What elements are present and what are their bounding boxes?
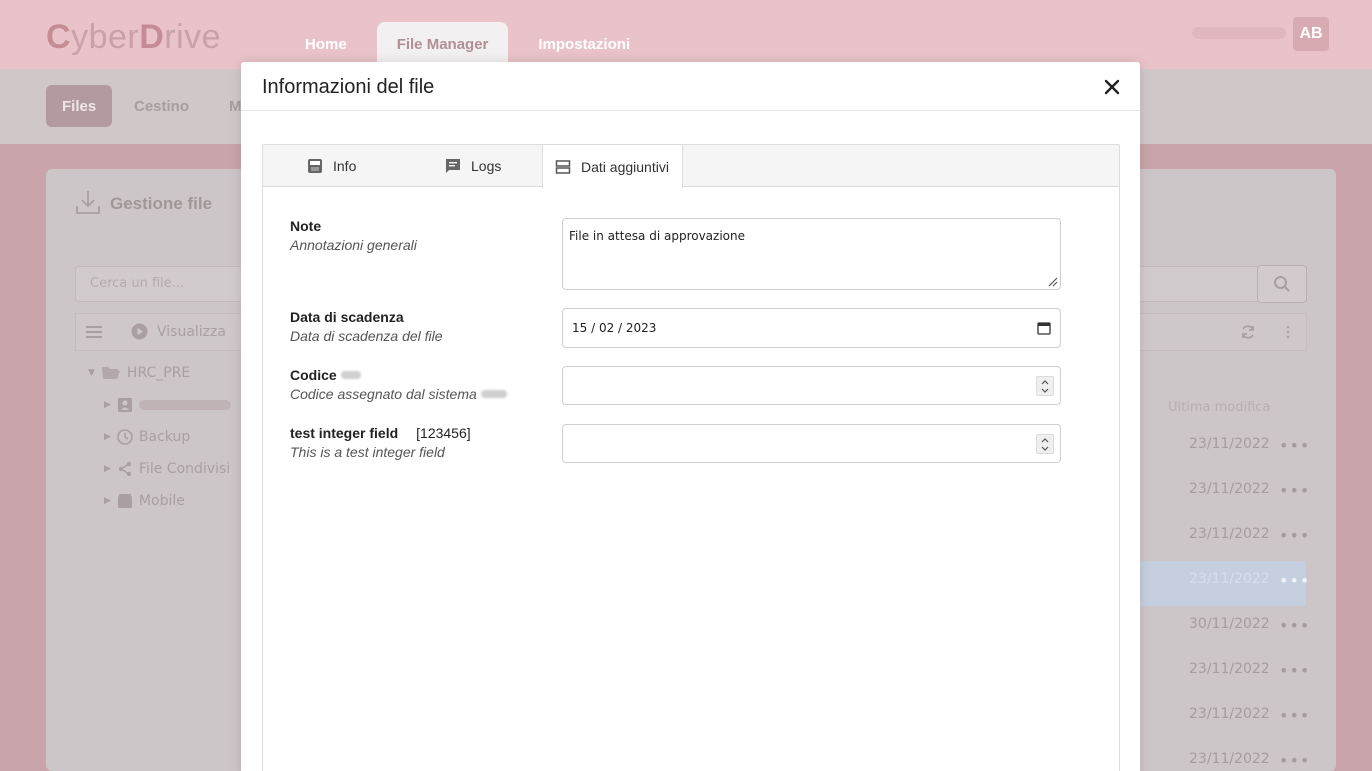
close-icon[interactable] <box>1101 76 1123 98</box>
search-button[interactable] <box>1257 265 1307 303</box>
main-nav: Home File Manager Impostazioni <box>290 22 645 62</box>
card-title: Gestione file <box>110 194 213 213</box>
note-description: Annotazioni generali <box>290 237 417 253</box>
note-textarea[interactable]: File in attesa di approvazione <box>562 218 1061 290</box>
tab-info[interactable]: Info <box>307 145 356 187</box>
code-description: Codice assegnato dal sistema <box>290 386 507 402</box>
row-date: 23/11/2022 <box>1189 751 1270 767</box>
caret-right-icon: ▶ <box>104 496 111 506</box>
tab-logs-label: Logs <box>471 158 502 174</box>
play-icon[interactable] <box>131 323 148 340</box>
download-icon <box>76 191 100 214</box>
column-header-modified[interactable]: Ultima modifica <box>1168 400 1270 415</box>
tabs-container: Info Logs Dati aggiuntivi Note Annotazio… <box>262 144 1120 771</box>
code-label: Codice <box>290 367 361 383</box>
expiry-label: Data di scadenza <box>290 309 404 325</box>
contact-icon <box>117 398 132 412</box>
note-value: File in attesa di approvazione <box>569 229 745 243</box>
modal-header: Informazioni del file <box>241 62 1140 111</box>
redacted-user-folder <box>138 400 231 410</box>
nav-home[interactable]: Home <box>290 22 362 62</box>
tree-item-mobile[interactable]: ▶ Mobile <box>104 493 185 509</box>
code-number-input[interactable] <box>562 366 1061 405</box>
number-spinner[interactable] <box>1036 434 1054 454</box>
tab-dati-aggiuntivi[interactable]: Dati aggiuntivi <box>542 145 683 188</box>
code-label-text: Codice <box>290 367 337 383</box>
save-icon <box>308 159 322 173</box>
row-more-icon[interactable]: ••• <box>1279 571 1310 590</box>
expiry-value: 15 / 02 / 2023 <box>572 321 657 335</box>
row-date: 23/11/2022 <box>1189 481 1270 497</box>
row-date: 23/11/2022 <box>1189 661 1270 677</box>
nav-impostazioni[interactable]: Impostazioni <box>523 22 645 62</box>
test-int-label: test integer field [123456] <box>290 425 471 441</box>
row-more-icon[interactable]: ••• <box>1279 706 1310 725</box>
test-int-description: This is a test integer field <box>290 444 445 460</box>
view-button-label[interactable]: Visualizza <box>157 324 226 340</box>
chevron-down-icon[interactable] <box>1041 446 1049 451</box>
row-date: 23/11/2022 <box>1189 436 1270 452</box>
redacted-text <box>340 371 361 379</box>
share-icon <box>118 461 132 477</box>
row-more-icon[interactable]: ••• <box>1279 436 1310 455</box>
redacted-text <box>480 390 507 398</box>
storage-icon <box>555 159 571 174</box>
tree-item-backup-label: Backup <box>138 429 191 445</box>
caret-right-icon: ▶ <box>104 464 111 474</box>
chevron-up-icon[interactable] <box>1041 379 1049 385</box>
tab-info-label: Info <box>333 158 357 174</box>
tab-logs[interactable]: Logs <box>445 145 501 187</box>
caret-right-icon: ▶ <box>104 400 111 410</box>
code-description-text: Codice assegnato dal sistema <box>290 386 477 402</box>
row-more-icon[interactable]: ••• <box>1279 616 1310 635</box>
subnav-cestino[interactable]: Cestino <box>118 85 205 127</box>
test-int-label-text: test integer field <box>290 425 399 441</box>
modal-title: Informazioni del file <box>262 76 435 98</box>
chevron-down-icon[interactable] <box>1041 388 1049 393</box>
caret-right-icon: ▶ <box>104 432 111 442</box>
row-more-icon[interactable]: ••• <box>1279 481 1310 500</box>
row-more-icon[interactable]: ••• <box>1279 751 1310 770</box>
clock-icon <box>117 429 133 445</box>
row-date: 30/11/2022 <box>1189 616 1270 632</box>
resize-grip-icon[interactable] <box>1046 275 1058 287</box>
row-date: 23/11/2022 <box>1189 526 1270 542</box>
expiry-date-input[interactable]: 15 / 02 / 2023 <box>562 308 1061 348</box>
tab-strip: Info Logs Dati aggiuntivi <box>263 145 1119 188</box>
row-more-icon[interactable]: ••• <box>1279 661 1310 680</box>
app-logo[interactable]: CyberDrive <box>46 18 221 57</box>
file-info-modal: Informazioni del file Info Logs Dati agg… <box>241 62 1140 771</box>
box-icon <box>117 494 132 508</box>
row-date: 23/11/2022 <box>1189 706 1270 722</box>
message-icon <box>446 159 460 173</box>
number-spinner[interactable] <box>1036 376 1054 396</box>
search-icon <box>1274 276 1290 292</box>
subnav-files[interactable]: Files <box>46 85 113 127</box>
folder-open-icon <box>101 367 120 379</box>
row-more-icon[interactable]: ••• <box>1279 526 1310 545</box>
tree-item-shared-label: File Condivisi <box>138 461 231 477</box>
menu-icon[interactable] <box>86 326 102 338</box>
tree-item-user[interactable]: ▶ <box>104 397 231 413</box>
nav-file-manager[interactable]: File Manager <box>376 22 509 62</box>
tree-root[interactable]: ▼ HRC_PRE <box>88 365 190 381</box>
note-label: Note <box>290 218 322 234</box>
refresh-icon[interactable] <box>1240 324 1256 340</box>
caret-down-icon: ▼ <box>88 368 95 378</box>
chevron-up-icon[interactable] <box>1041 437 1049 443</box>
calendar-icon[interactable] <box>1037 321 1051 335</box>
tree-root-label: HRC_PRE <box>126 365 191 381</box>
more-vertical-icon[interactable] <box>1284 324 1292 340</box>
tab-dati-aggiuntivi-label: Dati aggiuntivi <box>581 158 669 175</box>
tree-item-backup[interactable]: ▶ Backup <box>104 429 190 445</box>
test-int-hint: [123456] <box>416 425 471 441</box>
tree-item-mobile-label: Mobile <box>138 493 185 509</box>
expiry-description: Data di scadenza del file <box>290 328 443 344</box>
tree-item-shared[interactable]: ▶ File Condivisi <box>104 461 230 477</box>
row-date: 23/11/2022 <box>1189 571 1270 587</box>
user-name-redacted <box>1192 27 1286 39</box>
test-int-number-input[interactable] <box>562 424 1061 463</box>
avatar[interactable]: AB <box>1293 17 1329 51</box>
